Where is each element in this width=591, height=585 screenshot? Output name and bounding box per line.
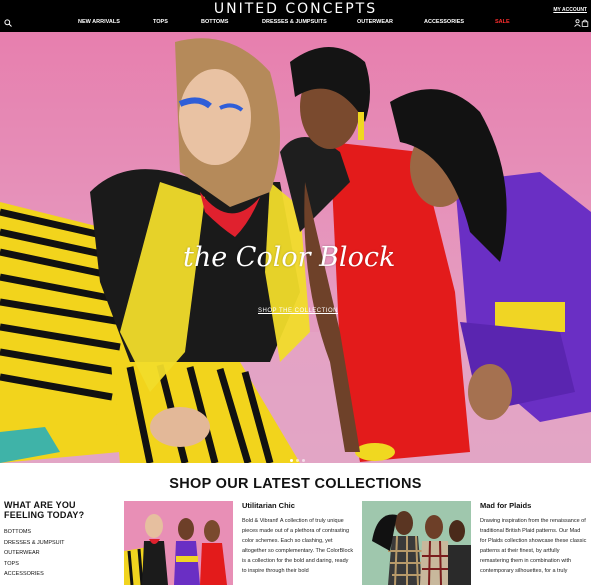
carousel-dot-2[interactable] — [296, 459, 299, 462]
feeling-item-accessories[interactable]: ACCESSORIES — [4, 569, 114, 580]
carousel-dots — [290, 449, 308, 467]
feeling-item-bottoms[interactable]: BOTTOMS — [4, 527, 114, 538]
user-icon[interactable] — [574, 19, 581, 27]
feeling-category-list: BOTTOMS DRESSES & JUMPSUIT OUTERWEAR TOP… — [4, 527, 114, 580]
nav-accessories[interactable]: ACCESSORIES — [424, 19, 464, 25]
utilitarian-chic-image[interactable] — [124, 501, 233, 585]
my-account-link[interactable]: MY ACCOUNT — [553, 7, 587, 13]
mad-for-plaids-image[interactable] — [362, 501, 471, 585]
top-header: UNITED CONCEPTS MY ACCOUNT NEW ARRIVALS … — [0, 0, 591, 32]
feeling-item-dresses[interactable]: DRESSES & JUMPSUIT — [4, 538, 114, 549]
nav-dresses-jumpsuits[interactable]: DRESSES & JUMPSUITS — [262, 19, 327, 25]
site-logo[interactable]: UNITED CONCEPTS — [0, 1, 591, 17]
carousel-dot-3[interactable] — [302, 459, 305, 462]
hero-title: the Color Block — [183, 242, 396, 273]
utilitarian-chic-description: Bold & Vibrant! A collection of truly un… — [242, 518, 354, 574]
carousel-dot-1[interactable] — [290, 459, 293, 462]
mad-for-plaids-description: Drawing inspiration from the renaissance… — [480, 518, 587, 574]
cart-icon[interactable] — [581, 19, 589, 27]
hero-banner[interactable]: the Color Block SHOP THE COLLECTION — [0, 32, 591, 463]
nav-bottoms[interactable]: BOTTOMS — [201, 19, 228, 25]
feeling-title: WHAT ARE YOU FEELING TODAY? — [4, 500, 85, 520]
feeling-menu: WHAT ARE YOU FEELING TODAY? BOTTOMS DRES… — [4, 500, 114, 580]
nav-tops[interactable]: TOPS — [153, 19, 168, 25]
main-nav: NEW ARRIVALS TOPS BOTTOMS DRESSES & JUMP… — [0, 19, 591, 29]
nav-sale[interactable]: SALE — [495, 19, 510, 25]
shop-collection-link[interactable]: SHOP THE COLLECTION — [258, 308, 338, 314]
utilitarian-chic-title[interactable]: Utilitarian Chic — [242, 501, 295, 510]
nav-outerwear[interactable]: OUTERWEAR — [357, 19, 393, 25]
feeling-item-outerwear[interactable]: OUTERWEAR — [4, 548, 114, 559]
nav-new-arrivals[interactable]: NEW ARRIVALS — [78, 19, 120, 25]
mad-for-plaids-title[interactable]: Mad for Plaids — [480, 501, 531, 510]
collections-title: SHOP OUR LATEST COLLECTIONS — [169, 476, 422, 492]
feeling-item-tops[interactable]: TOPS — [4, 559, 114, 570]
